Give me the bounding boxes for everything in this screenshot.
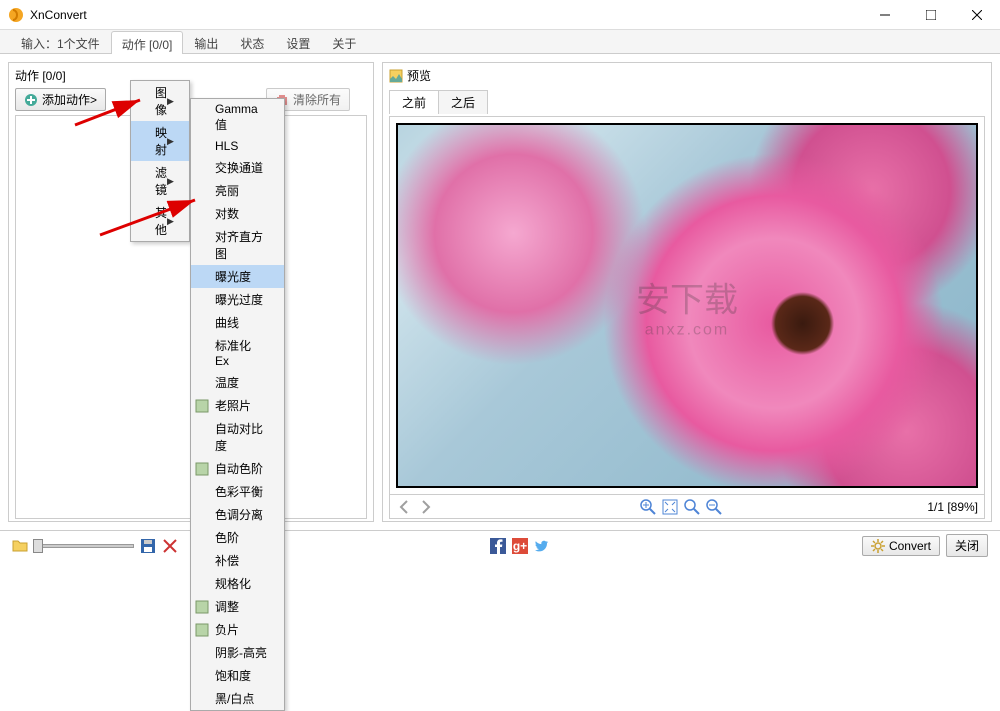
menu-item[interactable]: 曲线 [191, 311, 284, 334]
zoom-out-icon[interactable] [706, 499, 722, 515]
menu-item[interactable]: 映射▶ [131, 121, 189, 161]
svg-text:g+: g+ [513, 539, 527, 553]
context-menu-categories: 图像▶映射▶滤镜▶其他▶ [130, 80, 190, 242]
prev-icon[interactable] [396, 499, 412, 515]
menu-item[interactable]: 色彩平衡 [191, 480, 284, 503]
preview-image: 安下载 anxz.com [396, 123, 978, 488]
thumbnail-size-slider[interactable] [34, 544, 134, 548]
menu-item[interactable]: 规格化 [191, 572, 284, 595]
menu-item[interactable]: 曝光度 [191, 265, 284, 288]
close-button[interactable] [954, 0, 1000, 30]
menu-item[interactable]: 黑/白点 [191, 687, 284, 710]
menu-item[interactable]: 图像▶ [131, 81, 189, 121]
preview-title: 预览 [407, 67, 431, 84]
preview-tabs: 之前 之后 [383, 88, 991, 114]
menu-item[interactable]: 老照片 [191, 394, 284, 417]
convert-label: Convert [889, 539, 931, 553]
minimize-button[interactable] [862, 0, 908, 30]
context-menu-mapping: Gamma值HLS交换通道亮丽对数对齐直方图曝光度曝光过度曲线标准化 Ex温度老… [190, 98, 285, 711]
convert-button[interactable]: Convert [862, 536, 940, 556]
preview-panel: 预览 之前 之后 安下载 anxz.com [382, 62, 992, 522]
image-icon [389, 69, 403, 83]
bottom-bar: g+ Convert 关闭 [0, 530, 1000, 560]
menu-item[interactable]: 阴影-高亮 [191, 641, 284, 664]
twitter-icon[interactable] [534, 538, 550, 554]
preview-panel-header: 预览 [383, 63, 991, 88]
menu-item[interactable]: 自动色阶 [191, 457, 284, 480]
titlebar: XnConvert [0, 0, 1000, 30]
next-icon[interactable] [418, 499, 434, 515]
clear-all-label: 清除所有 [293, 91, 341, 108]
menu-item[interactable]: 曝光过度 [191, 288, 284, 311]
menu-item[interactable]: 负片 [191, 618, 284, 641]
preview-body: 安下载 anxz.com 1/1 [89%] [389, 116, 985, 519]
gear-icon [871, 539, 885, 553]
app-icon [8, 7, 24, 23]
tab-settings[interactable]: 设置 [275, 30, 321, 53]
menu-item[interactable]: Gamma值 [191, 99, 284, 136]
titlebar-controls [862, 0, 1000, 30]
menu-item[interactable]: 自动对比度 [191, 417, 284, 457]
preview-nav: 1/1 [89%] [390, 494, 984, 518]
save-icon[interactable] [140, 538, 156, 554]
menu-item[interactable]: 亮丽 [191, 179, 284, 202]
tab-output[interactable]: 输出 [183, 30, 229, 53]
watermark: 安下载 anxz.com [636, 272, 738, 339]
tab-after[interactable]: 之后 [438, 90, 488, 114]
tab-status[interactable]: 状态 [229, 30, 275, 53]
tab-about[interactable]: 关于 [321, 30, 367, 53]
add-action-label: 添加动作> [42, 91, 97, 108]
delete-icon[interactable] [162, 538, 178, 554]
zoom-in-icon[interactable] [640, 499, 656, 515]
fit-icon[interactable] [662, 499, 678, 515]
add-action-button[interactable]: 添加动作> [15, 88, 106, 111]
facebook-icon[interactable] [490, 538, 506, 554]
actions-panel-title-text: 动作 [0/0] [15, 67, 66, 84]
tab-input[interactable]: 输入：1个文件 [10, 30, 111, 53]
menu-item[interactable]: 色阶 [191, 526, 284, 549]
googleplus-icon[interactable]: g+ [512, 538, 528, 554]
menu-item[interactable]: 其他▶ [131, 201, 189, 241]
menu-item[interactable]: 对数 [191, 202, 284, 225]
actions-panel-title: 动作 [0/0] [9, 63, 373, 88]
open-folder-icon[interactable] [12, 538, 28, 554]
menu-item[interactable]: HLS [191, 136, 284, 156]
tab-actions[interactable]: 动作 [0/0] [111, 31, 184, 54]
tab-before[interactable]: 之前 [389, 90, 439, 114]
zoom-actual-icon[interactable] [684, 499, 700, 515]
menu-item[interactable]: 色调分离 [191, 503, 284, 526]
menu-item[interactable]: 补偿 [191, 549, 284, 572]
menu-item[interactable]: 饱和度 [191, 664, 284, 687]
plus-icon [24, 93, 38, 107]
nav-counter: 1/1 [89%] [927, 500, 978, 514]
main-tabs: 输入：1个文件 动作 [0/0] 输出 状态 设置 关于 [0, 30, 1000, 54]
maximize-button[interactable] [908, 0, 954, 30]
menu-item[interactable]: 滤镜▶ [131, 161, 189, 201]
menu-item[interactable]: 交换通道 [191, 156, 284, 179]
menu-item[interactable]: 温度 [191, 371, 284, 394]
close-app-button[interactable]: 关闭 [946, 534, 988, 557]
menu-item[interactable]: 对齐直方图 [191, 225, 284, 265]
menu-item[interactable]: 标准化 Ex [191, 334, 284, 371]
window-title: XnConvert [30, 8, 87, 22]
menu-item[interactable]: 调整 [191, 595, 284, 618]
